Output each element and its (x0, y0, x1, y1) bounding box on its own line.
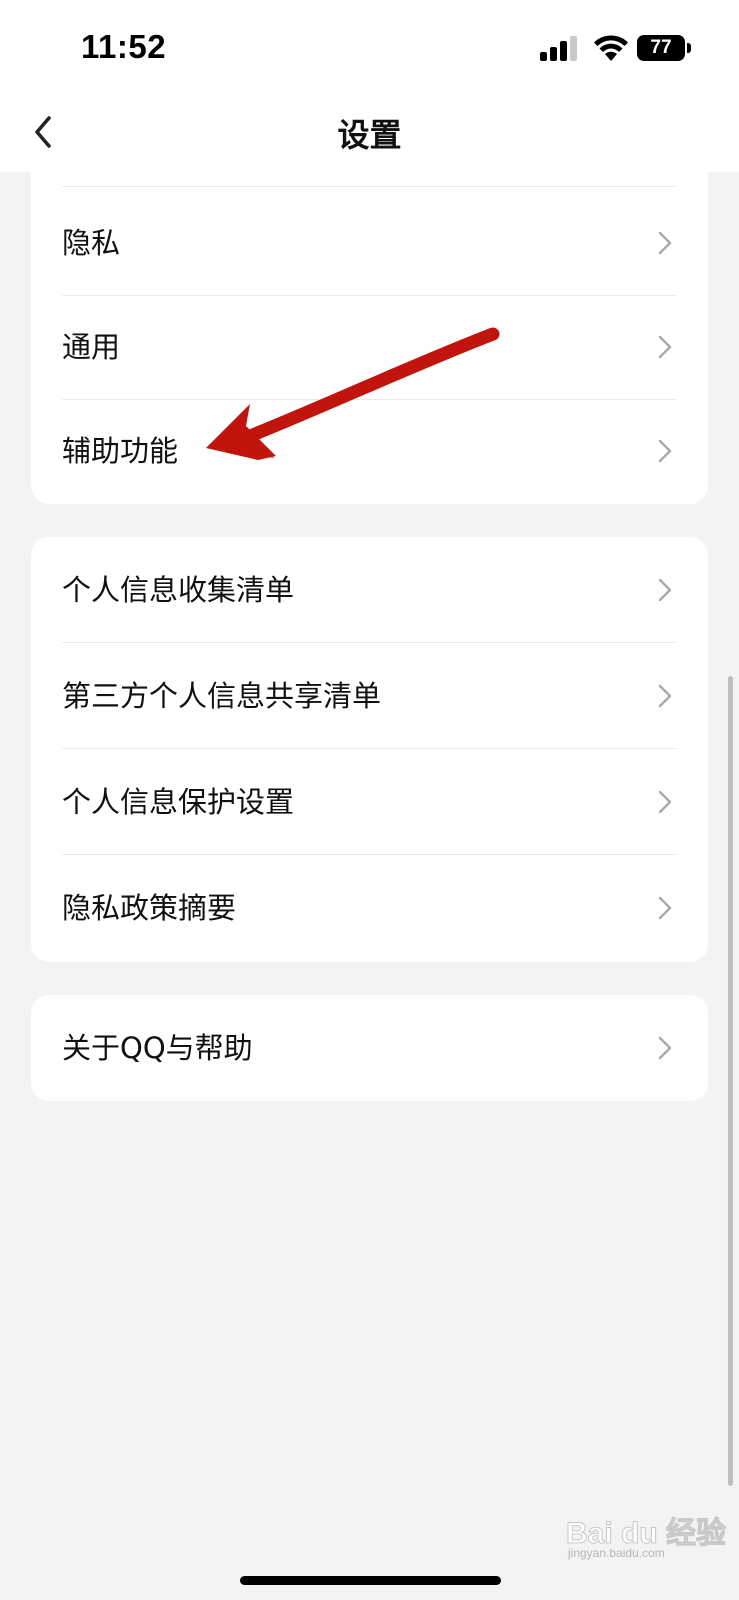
cellular-signal-icon (540, 36, 577, 61)
settings-item-label: 隐私政策摘要 (62, 891, 237, 925)
divider (62, 186, 677, 187)
settings-group-2: 个人信息收集清单 第三方个人信息共享清单 个人信息保护设置 隐私政策摘要 (31, 537, 708, 962)
settings-item-general[interactable]: 通用 (31, 294, 708, 400)
settings-item-personal-info-collection[interactable]: 个人信息收集清单 (31, 537, 708, 643)
chevron-right-icon (658, 231, 672, 255)
watermark-sub: jingyan.baidu.com (568, 1546, 665, 1560)
chevron-right-icon (658, 578, 672, 602)
settings-item-label: 通用 (62, 330, 121, 364)
status-time: 11:52 (81, 28, 167, 65)
settings-item-label: 隐私 (62, 226, 121, 260)
settings-item-label: 个人信息保护设置 (62, 785, 295, 819)
status-bar: 11:52 77 (0, 0, 739, 92)
settings-item-third-party-sharing[interactable]: 第三方个人信息共享清单 (31, 643, 708, 749)
chevron-right-icon (658, 896, 672, 920)
settings-item-privacy-policy-summary[interactable]: 隐私政策摘要 (31, 855, 708, 961)
chevron-right-icon (658, 439, 672, 463)
page-title: 设置 (337, 116, 402, 154)
home-indicator[interactable] (240, 1576, 501, 1585)
settings-item-label: 个人信息收集清单 (62, 573, 295, 607)
settings-group-1: 隐私 通用 辅助功能 (31, 172, 708, 504)
chevron-right-icon (658, 1036, 672, 1060)
settings-item-label: 关于QQ与帮助 (62, 1031, 253, 1065)
wifi-icon (594, 35, 628, 61)
battery-icon: 77 (637, 35, 691, 61)
battery-cap (687, 43, 691, 53)
settings-item-personal-info-protection[interactable]: 个人信息保护设置 (31, 749, 708, 855)
settings-item-privacy[interactable]: 隐私 (31, 190, 708, 296)
watermark: Bai du 经验 jingyan.baidu.com (560, 1500, 726, 1570)
chevron-right-icon (658, 684, 672, 708)
chevron-right-icon (658, 790, 672, 814)
nav-bar: 设置 (0, 92, 739, 172)
battery-level: 77 (637, 35, 685, 61)
scroll-indicator[interactable] (728, 676, 733, 1486)
settings-group-3: 关于QQ与帮助 (31, 995, 708, 1101)
settings-item-label: 第三方个人信息共享清单 (62, 679, 382, 713)
settings-item-accessibility[interactable]: 辅助功能 (31, 398, 708, 504)
settings-item-label: 辅助功能 (62, 434, 179, 468)
chevron-right-icon (658, 335, 672, 359)
settings-item-about-qq-help[interactable]: 关于QQ与帮助 (31, 995, 708, 1101)
